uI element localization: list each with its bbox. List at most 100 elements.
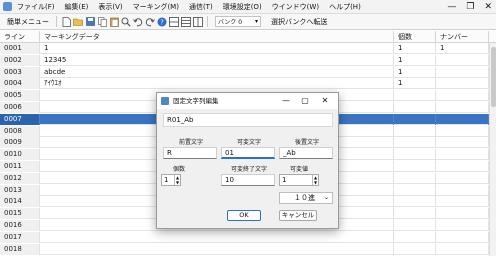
variable-input[interactable]: 01 <box>221 147 275 159</box>
prefix-input[interactable]: R <box>163 147 217 159</box>
number-cell[interactable] <box>436 78 489 90</box>
line-cell[interactable]: 0003 <box>0 66 40 78</box>
menu-file[interactable]: ファイル(F) <box>12 0 60 14</box>
menu-window[interactable]: ウインドウ(W) <box>267 0 324 14</box>
redo-icon[interactable] <box>145 17 155 27</box>
close-icon[interactable]: ✕ <box>484 1 492 13</box>
table-row[interactable]: 0002 12345 1 <box>0 54 496 66</box>
marking-data-cell[interactable] <box>40 231 394 243</box>
count-cell[interactable]: 1 <box>394 78 436 90</box>
var-end-input[interactable]: 10 <box>221 174 275 186</box>
header-marking[interactable]: マーキングデータ <box>40 31 394 43</box>
table-row[interactable]: 0017 <box>0 231 496 243</box>
number-cell[interactable] <box>436 196 489 208</box>
header-number[interactable]: ナンバー <box>436 31 489 43</box>
count-cell[interactable] <box>394 113 436 125</box>
table-row[interactable]: 0018 <box>0 243 496 255</box>
count-cell[interactable] <box>394 149 436 161</box>
line-cell[interactable]: 0013 <box>0 184 40 196</box>
header-count[interactable]: 個数 <box>394 31 436 43</box>
count-cell[interactable]: 1 <box>394 54 436 66</box>
menu-view[interactable]: 表示(V) <box>93 0 127 14</box>
number-cell[interactable]: 1 <box>436 43 489 54</box>
menu-help[interactable]: ヘルプ(H) <box>324 0 366 14</box>
line-cell[interactable]: 0018 <box>0 243 40 255</box>
open-folder-icon[interactable] <box>73 17 83 27</box>
number-cell[interactable] <box>436 184 489 196</box>
line-cell[interactable]: 0012 <box>0 172 40 184</box>
line-cell[interactable]: 0004 <box>0 78 40 90</box>
number-cell[interactable] <box>436 231 489 243</box>
count-cell[interactable] <box>394 125 436 137</box>
var-value-spinner[interactable]: 1 ▲ ▼ <box>279 174 319 186</box>
table-row[interactable]: 0004 ｱｲｳｴｵ 1 <box>0 78 496 90</box>
vertical-scrollbar[interactable] <box>489 43 496 256</box>
count-cell[interactable] <box>394 231 436 243</box>
count-cell[interactable] <box>394 220 436 231</box>
count-cell[interactable]: 1 <box>394 66 436 78</box>
line-cell[interactable]: 0005 <box>0 90 40 102</box>
number-cell[interactable] <box>436 137 489 149</box>
layout-rows-icon[interactable] <box>169 16 179 27</box>
number-cell[interactable] <box>436 149 489 161</box>
line-cell[interactable]: 0009 <box>0 137 40 149</box>
simple-menu-button[interactable]: 簡単メニュー <box>3 17 53 27</box>
number-cell[interactable] <box>436 113 489 125</box>
number-cell[interactable] <box>436 102 489 113</box>
layout-grid-icon[interactable] <box>181 16 191 27</box>
number-cell[interactable] <box>436 243 489 255</box>
menu-edit[interactable]: 編集(E) <box>60 0 94 14</box>
suffix-input[interactable]: _Ab <box>279 147 333 159</box>
dialog-maximize-icon[interactable]: ▢ <box>299 93 311 109</box>
bank-select[interactable]: バンク 0 ▾ <box>215 16 261 27</box>
header-line[interactable]: ライン <box>0 31 40 43</box>
line-cell[interactable]: 0001 <box>0 43 40 54</box>
dialog-close-icon[interactable]: ✕ <box>319 93 331 109</box>
marking-data-cell[interactable]: ｱｲｳｴｵ <box>40 78 394 90</box>
layout-columns-icon[interactable] <box>193 16 203 27</box>
spinner-arrows-icon[interactable]: ▲ ▼ <box>174 175 180 185</box>
number-cell[interactable] <box>436 220 489 231</box>
marking-data-cell[interactable]: abcde <box>40 66 394 78</box>
count-cell[interactable] <box>394 196 436 208</box>
count-cell[interactable] <box>394 184 436 196</box>
menu-comm[interactable]: 通信(T) <box>184 0 218 14</box>
line-cell[interactable]: 0008 <box>0 125 40 137</box>
table-row[interactable]: 0003 abcde 1 <box>0 66 496 78</box>
menu-marking[interactable]: マーキング(M) <box>128 0 184 14</box>
count-cell[interactable]: 1 <box>394 43 436 54</box>
menu-settings[interactable]: 環境設定(O) <box>218 0 267 14</box>
number-cell[interactable] <box>436 172 489 184</box>
bank-transfer-button[interactable]: 選択バンクへ転送 <box>265 17 333 27</box>
number-cell[interactable] <box>436 125 489 137</box>
search-icon[interactable] <box>121 17 131 27</box>
save-icon[interactable] <box>85 17 95 27</box>
table-row[interactable]: 0001 1 1 1 <box>0 43 496 54</box>
undo-icon[interactable] <box>133 17 143 27</box>
radix-select[interactable]: １０進 ⌄ <box>279 192 333 204</box>
count-cell[interactable] <box>394 208 436 220</box>
line-cell[interactable]: 0015 <box>0 208 40 220</box>
ok-button[interactable]: OK <box>227 210 261 221</box>
line-cell[interactable]: 0007 <box>0 113 40 125</box>
line-cell[interactable]: 0011 <box>0 161 40 172</box>
count-cell[interactable] <box>394 172 436 184</box>
line-cell[interactable]: 0016 <box>0 220 40 231</box>
line-cell[interactable]: 0006 <box>0 102 40 113</box>
number-cell[interactable] <box>436 161 489 172</box>
restore-icon[interactable]: ❐ <box>466 1 474 13</box>
number-cell[interactable] <box>436 90 489 102</box>
marking-data-cell[interactable]: 1 <box>40 43 394 54</box>
line-cell[interactable]: 0017 <box>0 231 40 243</box>
line-cell[interactable]: 0010 <box>0 149 40 161</box>
number-cell[interactable] <box>436 54 489 66</box>
spinner-arrows-icon[interactable]: ▲ ▼ <box>312 175 318 185</box>
count-cell[interactable] <box>394 137 436 149</box>
paste-icon[interactable] <box>109 17 119 27</box>
count-cell[interactable] <box>394 243 436 255</box>
line-cell[interactable]: 0002 <box>0 54 40 66</box>
count-cell[interactable] <box>394 90 436 102</box>
number-cell[interactable] <box>436 66 489 78</box>
count-spinner[interactable]: 1 ▲ ▼ <box>161 174 181 186</box>
marking-data-cell[interactable]: 12345 <box>40 54 394 66</box>
